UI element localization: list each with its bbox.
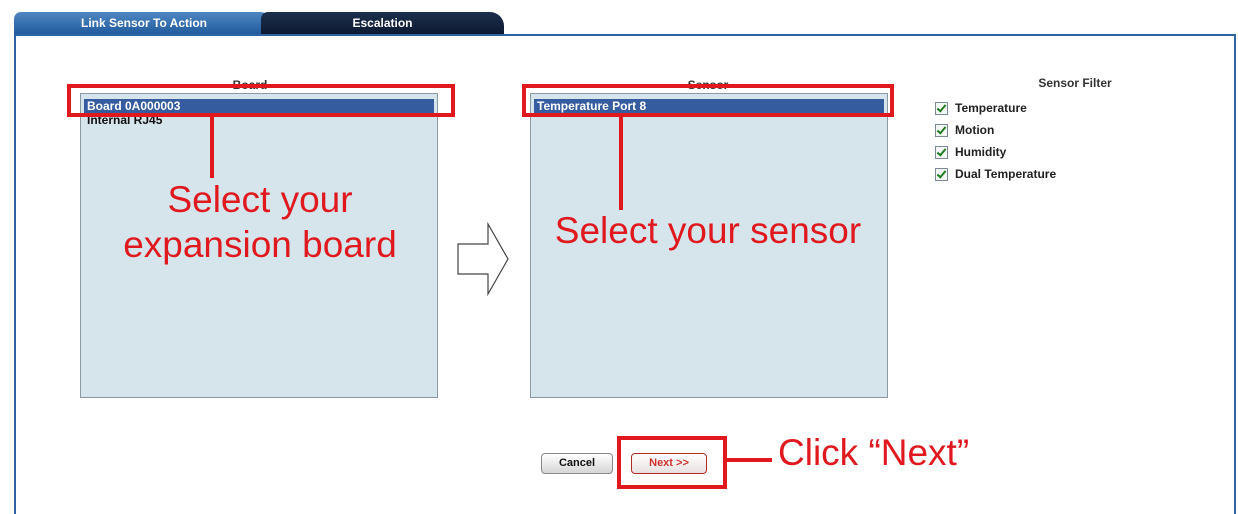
check-icon <box>936 124 947 135</box>
checkbox-temperature[interactable] <box>935 102 948 115</box>
tab-bar: Link Sensor To Action Escalation <box>14 12 504 35</box>
board-callout-line <box>210 116 214 178</box>
next-callout-box <box>617 436 727 489</box>
board-callout-box <box>67 84 455 117</box>
filter-label-temperature: Temperature <box>955 101 1027 115</box>
tab-escalation[interactable]: Escalation <box>261 12 504 35</box>
checkbox-dual-temperature[interactable] <box>935 168 948 181</box>
sensor-callout-line <box>619 116 623 210</box>
sensor-callout-text: Select your sensor <box>554 210 862 251</box>
filter-label-humidity: Humidity <box>955 145 1007 159</box>
sensor-callout-box <box>522 84 894 117</box>
board-callout-text-line1: Select your <box>167 179 353 220</box>
checkbox-motion[interactable] <box>935 124 948 137</box>
right-arrow-icon <box>457 222 509 296</box>
filter-label-dual-temperature: Dual Temperature <box>955 167 1057 181</box>
next-callout-text: Click “Next” <box>778 432 970 473</box>
checkbox-humidity[interactable] <box>935 146 948 159</box>
next-callout-line <box>726 458 772 462</box>
check-icon <box>936 168 947 179</box>
check-icon <box>936 146 947 157</box>
filter-label-motion: Motion <box>955 123 995 137</box>
tab-link-sensor-to-action[interactable]: Link Sensor To Action <box>14 12 274 35</box>
board-callout-text-line2: expansion board <box>123 224 397 265</box>
check-icon <box>936 102 947 113</box>
cancel-button[interactable]: Cancel <box>541 453 613 474</box>
sensor-filter-title: Sensor Filter <box>1038 76 1112 90</box>
